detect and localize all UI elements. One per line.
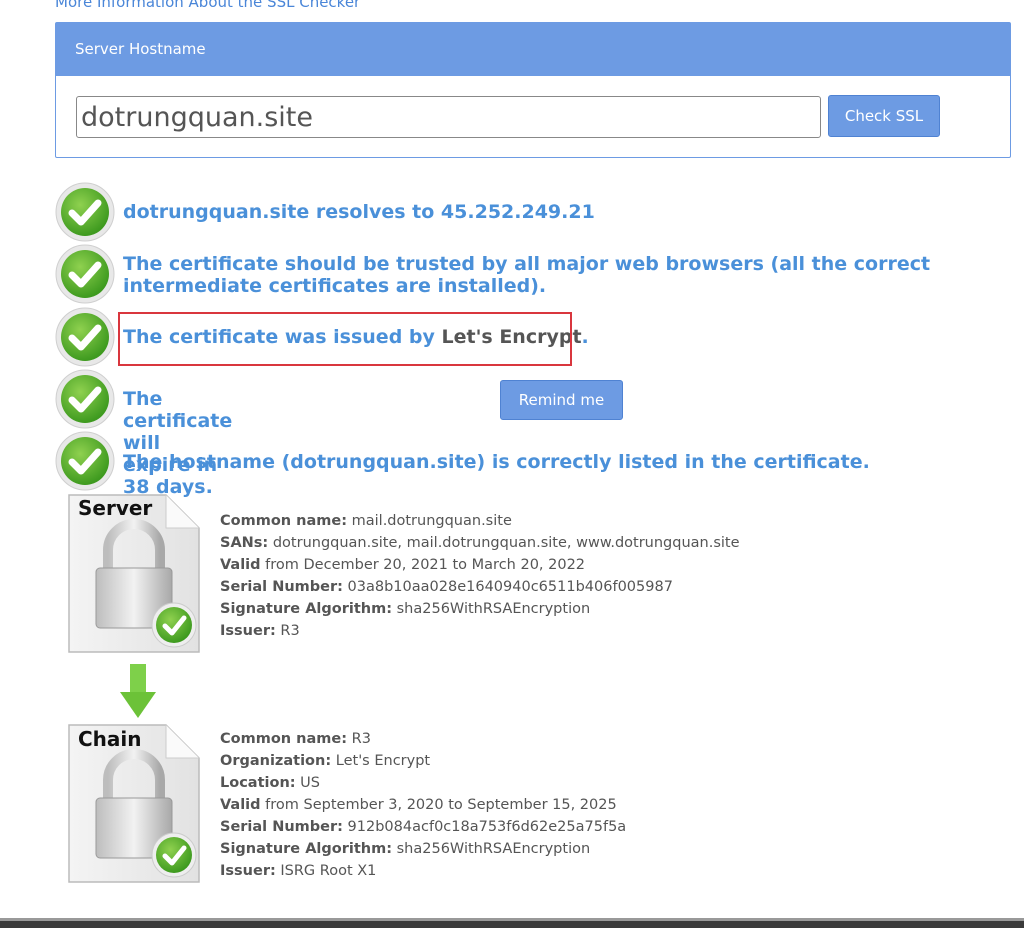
green-check-icon xyxy=(55,369,115,429)
cert-field: Common name: mail.dotrungquan.site xyxy=(220,513,512,529)
green-check-icon xyxy=(55,244,115,304)
hostname-panel: Server Hostname Check SSL xyxy=(55,22,1011,158)
highlight-box xyxy=(118,312,572,366)
result-text: The hostname (dotrungquan.site) is corre… xyxy=(123,451,870,473)
ssl-checker-info-link[interactable]: More Information About the SSL Checker xyxy=(55,0,360,11)
panel-title: Server Hostname xyxy=(56,23,1010,76)
result-expiry: The certificate will expire in 38 days. xyxy=(55,369,232,498)
result-text: dotrungquan.site resolves to 45.252.249.… xyxy=(123,201,595,223)
cert-field: Valid from September 3, 2020 to Septembe… xyxy=(220,797,617,813)
cert-field: Organization: Let's Encrypt xyxy=(220,753,431,769)
result-issuer: The certificate was issued by Let's Encr… xyxy=(55,307,589,367)
hostname-input[interactable] xyxy=(76,96,821,138)
cert-field: Signature Algorithm: sha256WithRSAEncryp… xyxy=(220,841,591,857)
cert-field: Issuer: ISRG Root X1 xyxy=(220,863,377,879)
chain-cert-details: Common name: R3 Organization: Let's Encr… xyxy=(220,728,626,882)
green-check-icon xyxy=(55,307,115,367)
result-hostname: The hostname (dotrungquan.site) is corre… xyxy=(55,431,870,491)
cert-field: Serial Number: 03a8b10aa028e1640940c6511… xyxy=(220,579,673,595)
green-check-icon xyxy=(55,431,115,491)
result-trusted: The certificate should be trusted by all… xyxy=(55,244,930,304)
remind-me-button[interactable]: Remind me xyxy=(500,380,623,420)
cert-field: SANs: dotrungquan.site, mail.dotrungquan… xyxy=(220,535,740,551)
cert-field: Valid from December 20, 2021 to March 20… xyxy=(220,557,586,573)
cert-field: Signature Algorithm: sha256WithRSAEncryp… xyxy=(220,601,591,617)
result-text: The certificate will expire in 38 days. xyxy=(123,388,233,498)
arrow-down-icon xyxy=(120,664,156,718)
green-check-icon xyxy=(55,182,115,242)
issuer-suffix: . xyxy=(581,326,589,348)
result-resolves: dotrungquan.site resolves to 45.252.249.… xyxy=(55,182,595,242)
result-text: The certificate should be trusted by all… xyxy=(123,253,931,297)
cert-field: Common name: R3 xyxy=(220,731,371,747)
check-ssl-button[interactable]: Check SSL xyxy=(828,95,940,137)
server-cert-details: Common name: mail.dotrungquan.site SANs:… xyxy=(220,510,740,642)
server-cert-label: Server xyxy=(78,496,153,520)
cert-field: Issuer: R3 xyxy=(220,623,300,639)
cert-field: Serial Number: 912b084acf0c18a753f6d62e2… xyxy=(220,819,627,835)
cert-field: Location: US xyxy=(220,775,321,791)
chain-cert-label: Chain xyxy=(78,727,142,751)
bottom-bar xyxy=(0,918,1024,928)
